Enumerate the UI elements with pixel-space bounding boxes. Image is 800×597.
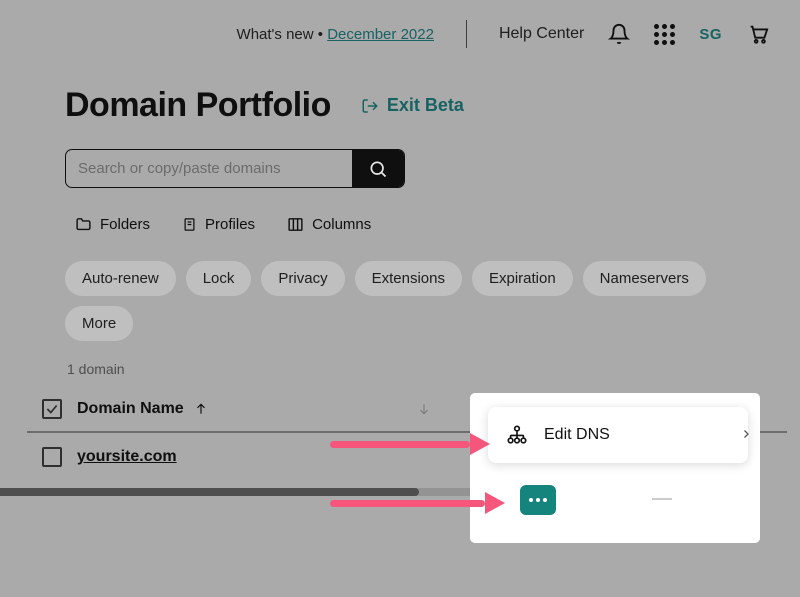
whats-new: What's new • December 2022 [237,26,434,43]
exit-beta-label: Exit Beta [387,95,464,116]
apps-grid-icon[interactable] [654,24,675,45]
columns-button[interactable]: Columns [287,216,371,233]
sort-asc-icon [194,401,208,417]
annotation-arrow [330,492,505,514]
domain-count: 1 domain [65,361,735,377]
filter-lock[interactable]: Lock [186,261,252,296]
notifications-bell-icon[interactable] [608,23,630,45]
row-checkbox[interactable] [42,447,62,467]
folder-icon [75,216,92,233]
folders-button[interactable]: Folders [75,216,150,233]
select-all-checkbox[interactable] [42,399,62,419]
highlight-zone: Edit DNS [470,393,760,543]
divider [466,20,467,48]
search-button[interactable] [352,150,404,187]
annotation-arrow [330,433,490,455]
edit-dns-menu-item[interactable]: Edit DNS [488,407,748,463]
filter-more[interactable]: More [65,306,133,341]
filter-expiration[interactable]: Expiration [472,261,573,296]
help-center-link[interactable]: Help Center [499,25,584,43]
exit-icon [361,97,379,115]
edit-dns-label: Edit DNS [544,426,610,444]
more-actions-button[interactable] [520,485,556,515]
placeholder-dash [652,498,672,500]
filter-nameservers[interactable]: Nameservers [583,261,706,296]
search-icon [368,159,388,179]
columns-icon [287,216,304,233]
exit-beta-button[interactable]: Exit Beta [361,95,464,116]
toolbar: Folders Profiles Columns [65,216,735,233]
dns-icon [506,424,528,446]
filter-extensions[interactable]: Extensions [355,261,462,296]
whats-new-link[interactable]: December 2022 [327,26,434,43]
search-bar [65,149,405,188]
domain-link[interactable]: yoursite.com [77,448,177,466]
chevron-right-icon[interactable] [740,425,752,448]
profiles-button[interactable]: Profiles [182,216,255,233]
profiles-icon [182,216,197,233]
column-header-domain-name[interactable]: Domain Name [77,400,208,418]
sort-icon[interactable] [417,401,431,417]
page-title: Domain Portfolio [65,86,331,125]
account-initials[interactable]: SG [699,26,722,43]
whats-new-prefix: What's new • [237,26,328,43]
search-input[interactable] [66,150,352,187]
top-header: What's new • December 2022 Help Center S… [0,0,800,58]
checkmark-icon [45,402,59,416]
filter-bar: Auto-renew Lock Privacy Extensions Expir… [65,261,735,341]
filter-auto-renew[interactable]: Auto-renew [65,261,176,296]
cart-icon[interactable] [746,23,770,45]
filter-privacy[interactable]: Privacy [261,261,344,296]
